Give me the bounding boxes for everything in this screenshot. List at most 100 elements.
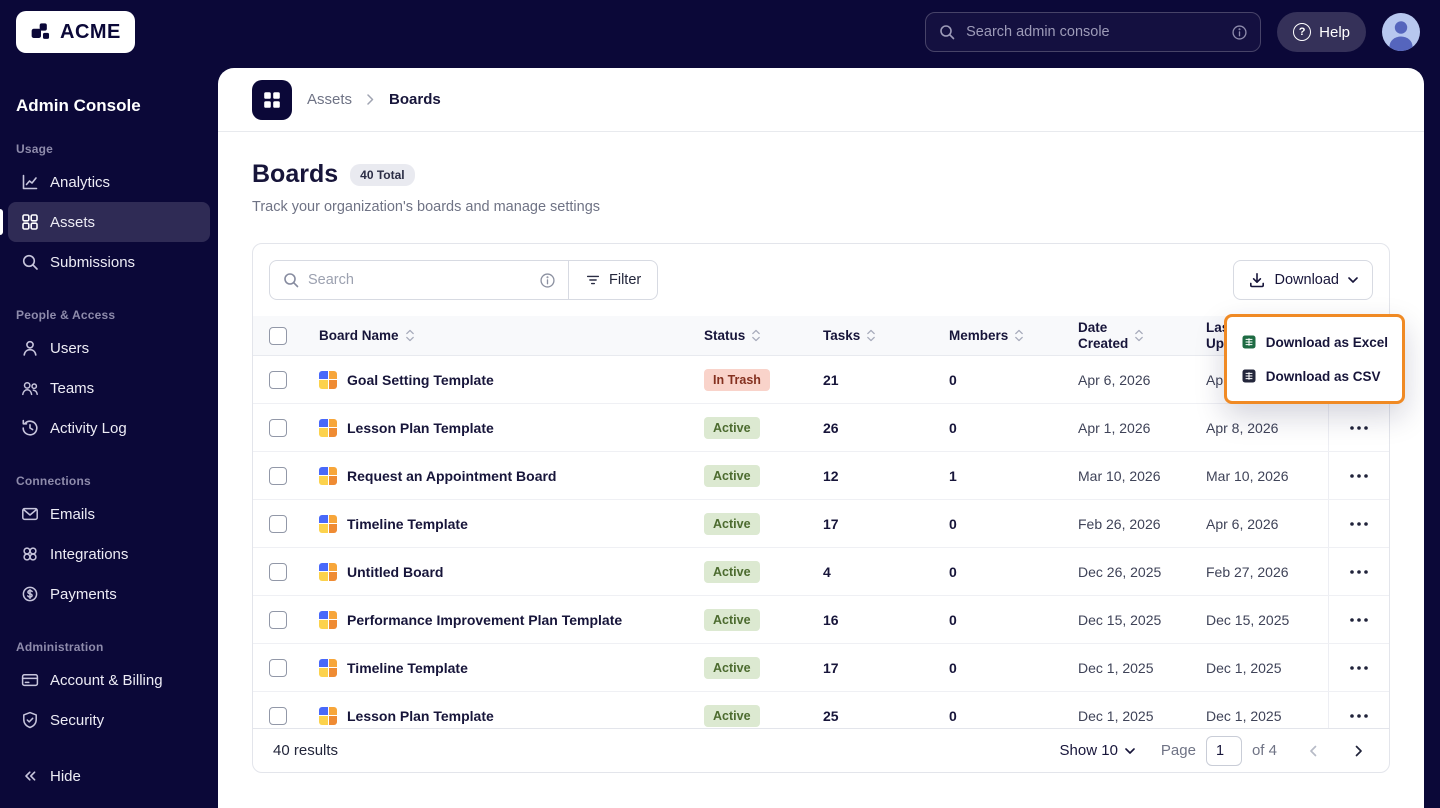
sidebar-item-users[interactable]: Users — [8, 328, 210, 368]
members-count: 1 — [949, 467, 957, 484]
menu-item-label: Download as Excel — [1265, 334, 1388, 350]
question-circle-icon: ? — [1293, 23, 1312, 41]
status-badge: Active — [704, 656, 760, 679]
row-checkbox[interactable] — [269, 562, 287, 581]
row-actions-button[interactable] — [1344, 564, 1374, 580]
menu-item-download-excel[interactable]: Download as Excel — [1227, 325, 1402, 359]
sidebar-item-teams[interactable]: Teams — [8, 368, 210, 408]
page-number-input[interactable] — [1205, 735, 1242, 766]
tasks-count: 25 — [823, 707, 839, 724]
row-checkbox[interactable] — [269, 418, 287, 437]
sort-icon[interactable] — [866, 329, 876, 342]
sort-icon[interactable] — [1134, 329, 1144, 342]
table-header-row: Board Name Status Tasks Members Date Cre… — [253, 316, 1389, 356]
table-row: Performance Improvement Plan Template Ac… — [253, 596, 1389, 644]
row-actions-button[interactable] — [1344, 708, 1374, 724]
menu-item-label: Download as CSV — [1265, 368, 1381, 384]
ellipsis-icon — [1350, 569, 1368, 574]
row-actions-button[interactable] — [1344, 468, 1374, 484]
sidebar-item-account-billing[interactable]: Account & Billing — [8, 660, 210, 700]
tasks-count: 17 — [823, 515, 839, 532]
row-checkbox[interactable] — [269, 706, 287, 725]
next-page-button[interactable] — [1349, 741, 1369, 761]
menu-item-download-csv[interactable]: Download as CSV — [1227, 359, 1402, 393]
submissions-search-icon — [22, 254, 38, 270]
sidebar-item-activity-log[interactable]: Activity Log — [8, 408, 210, 448]
integrations-icon — [23, 547, 37, 561]
ellipsis-icon — [1350, 473, 1368, 478]
chevron-right-icon — [367, 94, 374, 105]
filter-button[interactable]: Filter — [568, 260, 659, 300]
row-actions-button[interactable] — [1344, 420, 1374, 436]
members-count: 0 — [949, 563, 957, 580]
ellipsis-icon — [1350, 665, 1368, 670]
double-chevron-left-icon — [25, 771, 36, 781]
sidebar-item-analytics[interactable]: Analytics — [8, 162, 210, 202]
sidebar-item-payments[interactable]: Payments — [8, 574, 210, 614]
board-name-link[interactable]: Lesson Plan Template — [347, 708, 494, 724]
select-all-checkbox[interactable] — [269, 326, 287, 345]
page-size-select[interactable]: Show 10 — [1060, 742, 1135, 759]
row-actions-button[interactable] — [1344, 612, 1374, 628]
table-search-input[interactable] — [308, 272, 531, 288]
topbar: ACME ? Help — [0, 0, 1440, 64]
help-button[interactable]: ? Help — [1277, 12, 1366, 52]
logo-text: ACME — [60, 20, 121, 43]
admin-search-input[interactable] — [966, 24, 1222, 40]
board-icon — [319, 610, 337, 629]
sidebar: Admin Console Usage Analytics Assets Sub… — [0, 64, 218, 808]
sidebar-item-emails[interactable]: Emails — [8, 494, 210, 534]
table-search-box[interactable] — [269, 260, 569, 300]
user-avatar[interactable] — [1382, 13, 1420, 51]
row-checkbox[interactable] — [269, 514, 287, 533]
breadcrumb-current: Boards — [389, 91, 441, 108]
envelope-icon — [22, 507, 38, 521]
breadcrumb-assets-link[interactable]: Assets — [307, 91, 352, 108]
acme-logo[interactable]: ACME — [16, 11, 135, 53]
table-body: Goal Setting Template In Trash 21 0 Apr … — [253, 356, 1389, 728]
sidebar-item-submissions[interactable]: Submissions — [8, 242, 210, 282]
admin-search-box[interactable] — [925, 12, 1262, 52]
row-checkbox[interactable] — [269, 610, 287, 629]
sidebar-hide-button[interactable]: Hide — [8, 756, 210, 796]
board-name-link[interactable]: Request an Appointment Board — [347, 468, 557, 484]
sidebar-item-assets[interactable]: Assets — [0, 202, 210, 242]
row-checkbox[interactable] — [269, 466, 287, 485]
info-icon[interactable] — [1231, 24, 1248, 41]
section-label-administration: Administration — [16, 640, 104, 654]
row-actions-button[interactable] — [1344, 516, 1374, 532]
previous-page-button[interactable] — [1303, 741, 1323, 761]
sidebar-item-label: Integrations — [50, 545, 129, 563]
info-icon[interactable] — [539, 272, 556, 289]
row-checkbox[interactable] — [269, 370, 287, 389]
board-name-link[interactable]: Timeline Template — [347, 516, 468, 532]
date-created: Apr 6, 2026 — [1078, 371, 1151, 388]
members-count: 0 — [949, 419, 957, 436]
boards-card: Filter Download — [252, 243, 1405, 773]
assets-grid-icon — [22, 214, 38, 230]
sort-icon[interactable] — [1014, 329, 1024, 342]
board-name-link[interactable]: Untitled Board — [347, 564, 443, 580]
row-actions-button[interactable] — [1344, 660, 1374, 676]
sidebar-item-label: Teams — [50, 379, 95, 397]
tasks-count: 26 — [823, 419, 839, 436]
sidebar-item-security[interactable]: Security — [8, 700, 210, 740]
row-checkbox[interactable] — [269, 658, 287, 677]
board-name-link[interactable]: Lesson Plan Template — [347, 420, 494, 436]
sidebar-item-label: Emails — [50, 505, 96, 523]
ellipsis-icon — [1350, 425, 1368, 430]
sort-icon[interactable] — [751, 329, 761, 342]
status-badge: Active — [704, 704, 760, 727]
download-button[interactable]: Download — [1232, 260, 1373, 300]
last-updated: Apr 6, 2026 — [1206, 515, 1279, 532]
page-of-label: of 4 — [1251, 742, 1277, 759]
sidebar-item-integrations[interactable]: Integrations — [8, 534, 210, 574]
board-name-link[interactable]: Goal Setting Template — [347, 372, 494, 388]
date-created: Apr 1, 2026 — [1078, 419, 1151, 436]
date-created: Dec 1, 2025 — [1078, 659, 1154, 676]
last-updated: Apr 8, 2026 — [1206, 419, 1279, 436]
table-row: Untitled Board Active 4 0 Dec 26, 2025 F… — [253, 548, 1389, 596]
board-name-link[interactable]: Timeline Template — [347, 660, 468, 676]
board-name-link[interactable]: Performance Improvement Plan Template — [347, 612, 622, 628]
sort-icon[interactable] — [405, 329, 415, 342]
